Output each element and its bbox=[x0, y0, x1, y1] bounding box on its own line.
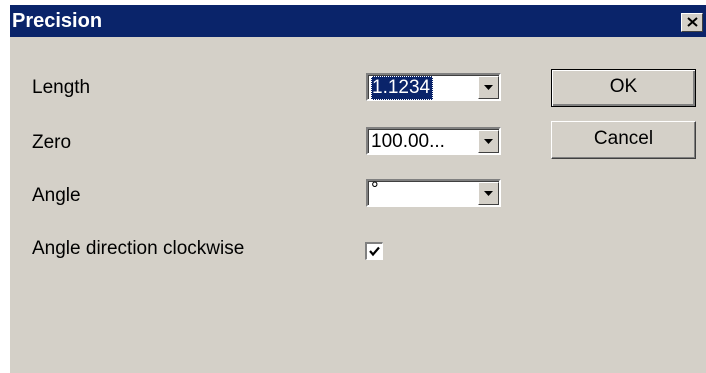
angle-label: Angle bbox=[32, 185, 81, 206]
length-label: Length bbox=[32, 77, 91, 98]
zero-combo[interactable]: 100.00... bbox=[366, 127, 501, 155]
chevron-down-icon bbox=[484, 139, 493, 144]
checkmark-icon bbox=[369, 246, 380, 257]
ok-button[interactable]: OK bbox=[551, 69, 696, 107]
close-x-icon bbox=[687, 17, 698, 27]
length-value: 1.1234 bbox=[371, 76, 434, 100]
zero-dropdown-button[interactable] bbox=[478, 130, 499, 153]
close-button[interactable] bbox=[681, 13, 703, 32]
dialog-title: Precision bbox=[12, 10, 103, 32]
angle-dropdown-button[interactable] bbox=[478, 182, 499, 205]
length-combo[interactable]: 1.1234 bbox=[366, 73, 501, 101]
angle-combo[interactable]: ° bbox=[366, 179, 501, 207]
precision-dialog: Precision Length 1.1234 Zero 100.00... A… bbox=[10, 5, 706, 373]
zero-value: 100.00... bbox=[371, 131, 445, 152]
angle-direction-label: Angle direction clockwise bbox=[32, 238, 245, 259]
chevron-down-icon bbox=[484, 191, 493, 196]
cancel-button[interactable]: Cancel bbox=[551, 121, 696, 159]
angle-value: ° bbox=[371, 179, 379, 200]
chevron-down-icon bbox=[484, 85, 493, 90]
length-dropdown-button[interactable] bbox=[478, 76, 499, 99]
angle-direction-checkbox[interactable] bbox=[365, 242, 383, 260]
zero-label: Zero bbox=[32, 132, 72, 153]
title-bar[interactable]: Precision bbox=[10, 5, 706, 37]
